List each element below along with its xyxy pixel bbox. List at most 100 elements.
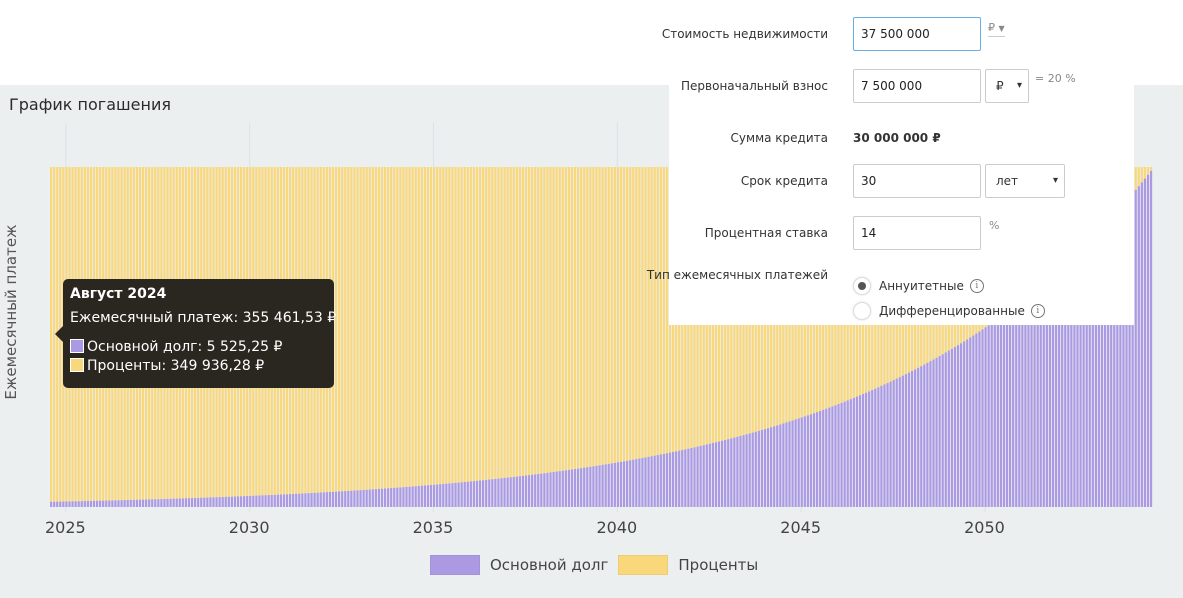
bar-month[interactable] bbox=[414, 167, 417, 507]
legend-item-interest[interactable]: Проценты bbox=[618, 555, 758, 575]
price-currency-select[interactable]: ₽ ▼ bbox=[988, 21, 1005, 37]
bar-month[interactable] bbox=[494, 167, 497, 507]
bar-month[interactable] bbox=[423, 167, 427, 507]
bar-month[interactable] bbox=[374, 167, 377, 507]
bar-month[interactable] bbox=[598, 167, 601, 507]
bar-month[interactable] bbox=[408, 167, 411, 507]
bar-month[interactable] bbox=[469, 167, 472, 507]
bar-month[interactable] bbox=[589, 167, 592, 507]
bar-month[interactable] bbox=[399, 167, 402, 507]
bar-month[interactable] bbox=[426, 167, 430, 507]
bar-month[interactable] bbox=[457, 167, 460, 507]
bar-month[interactable] bbox=[601, 167, 604, 507]
bar-month[interactable] bbox=[531, 167, 534, 507]
bar-month[interactable] bbox=[558, 167, 561, 507]
payment-type-diff[interactable]: Дифференцированные i bbox=[853, 301, 1045, 321]
bar-month[interactable] bbox=[580, 167, 583, 507]
down-payment-input[interactable] bbox=[853, 69, 981, 103]
bar-month[interactable] bbox=[546, 167, 549, 507]
bar-month[interactable] bbox=[442, 167, 445, 507]
bar-month[interactable] bbox=[482, 167, 485, 507]
bar-month[interactable] bbox=[420, 167, 423, 507]
bar-month[interactable] bbox=[1149, 167, 1153, 507]
bar-month[interactable] bbox=[347, 167, 350, 507]
rate-input[interactable] bbox=[853, 216, 981, 250]
down-payment-unit-select[interactable]: ₽ ▾ bbox=[985, 69, 1029, 103]
bar-month[interactable] bbox=[393, 167, 396, 507]
bar-month[interactable] bbox=[607, 167, 610, 507]
bar-month[interactable] bbox=[405, 167, 408, 507]
bar-month[interactable] bbox=[518, 167, 521, 507]
bar-month[interactable] bbox=[650, 167, 653, 507]
bar-month[interactable] bbox=[1146, 167, 1150, 507]
bar-month[interactable] bbox=[341, 167, 344, 507]
bar-month[interactable] bbox=[543, 167, 546, 507]
bar-month[interactable] bbox=[454, 167, 457, 507]
bar-month[interactable] bbox=[463, 167, 466, 507]
bar-month[interactable] bbox=[521, 167, 525, 507]
bar-month[interactable] bbox=[610, 167, 613, 507]
bar-month[interactable] bbox=[555, 167, 558, 507]
bar-month[interactable] bbox=[626, 167, 629, 507]
bar-month[interactable] bbox=[595, 167, 598, 507]
bar-month[interactable] bbox=[383, 167, 387, 507]
bar-month[interactable] bbox=[380, 167, 384, 507]
bar-month[interactable] bbox=[549, 167, 552, 507]
bar-month[interactable] bbox=[365, 167, 368, 507]
bar-month[interactable] bbox=[396, 167, 399, 507]
bar-month[interactable] bbox=[567, 167, 571, 507]
bar-month[interactable] bbox=[613, 167, 616, 507]
bar-month[interactable] bbox=[622, 167, 626, 507]
bar-month[interactable] bbox=[647, 167, 650, 507]
info-icon[interactable]: i bbox=[969, 279, 984, 293]
bar-month[interactable] bbox=[616, 167, 620, 507]
legend-item-principal[interactable]: Основной долг bbox=[430, 555, 608, 575]
term-input[interactable] bbox=[853, 164, 981, 198]
bar-month[interactable] bbox=[436, 167, 439, 507]
bar-month[interactable] bbox=[439, 167, 442, 507]
bar-month[interactable] bbox=[371, 167, 374, 507]
bar-month[interactable] bbox=[356, 167, 359, 507]
bar-month[interactable] bbox=[656, 167, 659, 507]
bar-month[interactable] bbox=[491, 167, 494, 507]
bar-month[interactable] bbox=[1137, 167, 1140, 507]
bar-month[interactable] bbox=[537, 167, 540, 507]
term-unit-select[interactable]: лет ▾ bbox=[985, 164, 1065, 198]
bar-month[interactable] bbox=[619, 167, 623, 507]
bar-month[interactable] bbox=[653, 167, 656, 507]
bar-month[interactable] bbox=[362, 167, 365, 507]
bar-month[interactable] bbox=[573, 167, 577, 507]
bar-month[interactable] bbox=[540, 167, 543, 507]
bar-month[interactable] bbox=[359, 167, 362, 507]
bar-month[interactable] bbox=[432, 167, 436, 507]
bar-month[interactable] bbox=[488, 167, 491, 507]
bar-month[interactable] bbox=[662, 167, 665, 507]
bar-month[interactable] bbox=[1143, 167, 1147, 508]
bar-month[interactable] bbox=[659, 167, 662, 507]
bar-month[interactable] bbox=[460, 167, 463, 507]
bar-month[interactable] bbox=[1140, 167, 1143, 507]
bar-month[interactable] bbox=[353, 167, 356, 507]
bar-month[interactable] bbox=[1134, 167, 1137, 508]
bar-month[interactable] bbox=[368, 167, 371, 507]
bar-month[interactable] bbox=[570, 167, 574, 507]
bar-month[interactable] bbox=[632, 167, 635, 507]
price-input[interactable] bbox=[853, 17, 981, 51]
bar-month[interactable] bbox=[390, 167, 393, 507]
bar-month[interactable] bbox=[635, 167, 638, 507]
bar-month[interactable] bbox=[338, 167, 341, 507]
bar-month[interactable] bbox=[561, 167, 564, 507]
bar-month[interactable] bbox=[466, 167, 469, 507]
bar-month[interactable] bbox=[524, 167, 528, 507]
bar-month[interactable] bbox=[552, 167, 555, 507]
info-icon[interactable]: i bbox=[1030, 304, 1045, 318]
bar-month[interactable] bbox=[472, 167, 476, 507]
bar-month[interactable] bbox=[604, 167, 607, 507]
bar-month[interactable] bbox=[592, 167, 595, 507]
bar-month[interactable] bbox=[583, 167, 586, 507]
bar-month[interactable] bbox=[448, 167, 451, 507]
bar-month[interactable] bbox=[377, 167, 381, 507]
bar-month[interactable] bbox=[534, 167, 537, 507]
payment-type-annuity[interactable]: Аннуитетные i bbox=[853, 276, 984, 296]
bar-month[interactable] bbox=[451, 167, 454, 507]
